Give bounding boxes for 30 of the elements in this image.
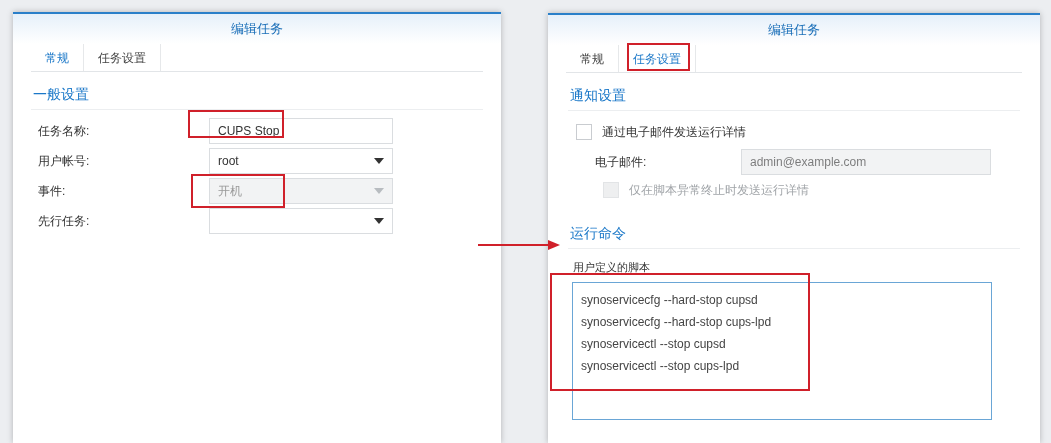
caret-icon [374,188,384,194]
checkbox-label: 通过电子邮件发送运行详情 [602,124,746,141]
caret-icon [374,158,384,164]
field-label: 事件: [37,183,67,200]
text-field[interactable]: CUPS Stop [209,118,393,144]
dropdown-value: 开机 [218,183,242,200]
script-line: synoservicecfg --hard-stop cups-lpd [581,313,773,331]
dropdown-value: root [218,153,239,170]
script-line: synoservicectl --stop cupsd [581,335,727,353]
dialog-title: 编辑任务 [231,20,283,39]
dropdown[interactable]: root [209,148,393,174]
section-title: 通知设置 [568,85,1020,111]
tab[interactable]: 任务设置 [84,44,161,71]
caret-icon [374,218,384,224]
script-line: synoservicectl --stop cups-lpd [581,357,741,375]
arrow-icon [478,239,560,251]
checkbox-label: 仅在脚本异常终止时发送运行详情 [629,182,809,199]
section-title: 运行命令 [568,223,1020,249]
highlight-box [627,43,690,71]
dropdown[interactable] [209,208,393,234]
field-label: 用户帐号: [37,153,91,170]
field-label: 用户定义的脚本 [573,260,650,275]
field-label: 先行任务: [37,213,91,230]
field-label: 电子邮件: [595,154,648,171]
checkbox[interactable] [576,124,592,140]
script-field[interactable]: synoservicecfg --hard-stop cupsd synoservicecfg --hard-stop cups-lpd synoservicectl --stop cupsd synoservicectl --stop cups-lpd [572,281,992,420]
dialog-title: 编辑任务 [768,21,820,40]
script-line: synoservicecfg --hard-stop cupsd [581,291,759,309]
field-label: 任务名称: [37,123,91,140]
section-title: 一般设置 [31,84,483,110]
